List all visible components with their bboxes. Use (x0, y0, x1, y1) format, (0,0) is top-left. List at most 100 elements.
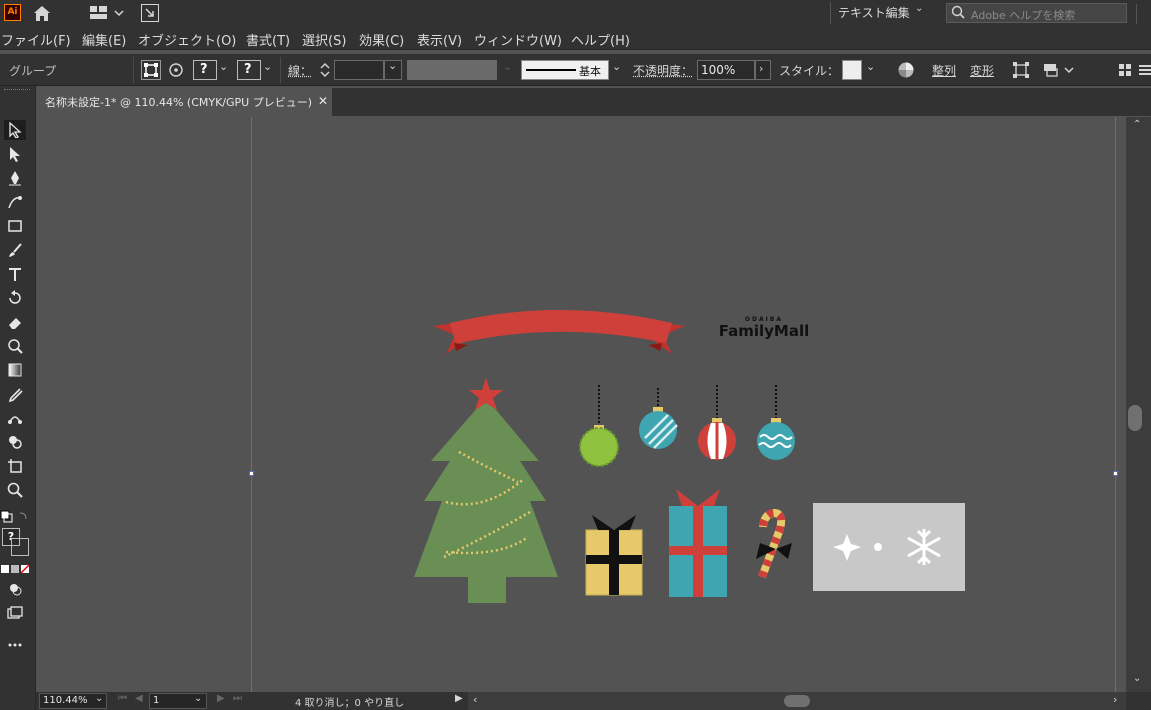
selection-tool-icon[interactable] (4, 120, 26, 140)
chevron-down-icon[interactable]: ⌄ (1133, 673, 1141, 684)
rectangle-tool-icon[interactable] (4, 216, 26, 236)
panel-menu-icon[interactable] (1118, 63, 1132, 77)
brush-definition-dropdown[interactable]: 基本 (521, 60, 609, 80)
arrange-icon[interactable] (1042, 61, 1076, 79)
isolation-mode-icon[interactable] (141, 60, 161, 80)
last-artboard-icon[interactable]: ⏭ (233, 693, 242, 704)
previous-artboard-icon[interactable]: ◀ (135, 693, 143, 704)
first-artboard-icon[interactable]: ⏮ (118, 693, 127, 704)
help-search[interactable]: Adobe ヘルプを検索 (946, 3, 1127, 23)
christmas-tree[interactable] (414, 378, 558, 603)
brand-logo[interactable]: ODAIBA FamilyMall (716, 316, 812, 344)
sparkle-icon-panel[interactable] (813, 503, 965, 591)
fill-color-swatch[interactable]: ? (193, 60, 217, 80)
screen-mode-icon[interactable] (4, 603, 26, 623)
gpu-performance-icon[interactable] (141, 4, 159, 22)
transform-panel-link[interactable]: 変形 (970, 62, 994, 79)
draw-mode-icon[interactable] (4, 579, 26, 599)
recolor-icon[interactable] (167, 61, 185, 79)
app-logo: Ai (4, 4, 21, 21)
transform-box-icon[interactable] (1012, 61, 1030, 79)
menu-effect[interactable]: 効果(C) (359, 30, 404, 49)
rotate-tool-icon[interactable] (4, 288, 26, 308)
menu-file[interactable]: ファイル(F) (1, 30, 71, 49)
gift-box-teal[interactable] (669, 489, 727, 597)
direct-selection-tool-icon[interactable] (4, 144, 26, 164)
vertical-scroll-thumb[interactable] (1128, 405, 1142, 431)
brush-name: 基本 (579, 65, 601, 78)
close-icon[interactable]: ✕ (318, 94, 328, 108)
opacity-input[interactable]: 100% (697, 60, 755, 80)
align-panel-link[interactable]: 整列 (932, 62, 956, 79)
opacity-label[interactable]: 不透明度： (633, 62, 693, 79)
gradient-tool-icon[interactable] (4, 360, 26, 380)
style-label: スタイル： (779, 64, 840, 78)
horizontal-scroll-thumb[interactable] (784, 695, 810, 707)
search-input[interactable]: Adobe ヘルプを検索 (971, 7, 1075, 23)
ornament-red-striped[interactable] (698, 385, 736, 460)
gift-box-yellow[interactable] (585, 515, 643, 596)
fill-stroke-proxy[interactable]: ? (2, 528, 30, 556)
stroke-weight-label[interactable]: 線： (288, 62, 312, 79)
canvas[interactable]: ODAIBA FamilyMall (36, 117, 1126, 692)
ornament-teal-striped[interactable] (639, 388, 678, 449)
layout-switcher-icon[interactable] (90, 6, 126, 20)
horizontal-scrollbar[interactable]: ‹ › (468, 692, 1126, 710)
eraser-tool-icon[interactable] (4, 312, 26, 332)
vertical-scrollbar[interactable]: ⌃ ⌄ (1126, 117, 1151, 692)
variable-width-profile[interactable] (407, 60, 497, 80)
candy-cane[interactable] (756, 508, 792, 579)
menu-window[interactable]: ウィンドウ(W) (474, 30, 562, 49)
window-control-button[interactable] (1136, 4, 1151, 24)
zoom-tool-icon[interactable] (4, 480, 26, 500)
dot-icon (874, 543, 882, 551)
shape-builder-tool-icon[interactable] (4, 432, 26, 452)
chevron-down-icon[interactable]: ⌄ (866, 60, 875, 73)
graphic-style-swatch[interactable] (842, 60, 862, 80)
opacity-arrow-button[interactable]: › (755, 60, 771, 80)
menu-view[interactable]: 表示(V) (417, 30, 462, 49)
stroke-weight-stepper[interactable] (316, 60, 334, 80)
eyedropper-tool-icon[interactable] (4, 384, 26, 404)
pen-tool-icon[interactable] (4, 168, 26, 188)
color-mode-buttons[interactable] (1, 563, 30, 574)
divider (133, 57, 134, 83)
chevron-down-icon[interactable]: ⌄ (612, 60, 621, 73)
paintbrush-tool-icon[interactable] (4, 240, 26, 260)
blend-tool-icon[interactable] (4, 408, 26, 428)
menu-type[interactable]: 書式(T) (246, 30, 290, 49)
chevron-up-icon[interactable]: ⌃ (1133, 119, 1141, 130)
document-tab[interactable]: 名称未設定-1* @ 110.44% (CMYK/GPU プレビュー) ✕ (36, 88, 332, 116)
next-artboard-icon[interactable]: ▶ (217, 693, 225, 704)
zoom-dropdown[interactable]: 110.44% ⌄ (39, 693, 107, 709)
menu-object[interactable]: オブジェクト(O) (138, 30, 236, 49)
warp-tool-icon[interactable] (4, 336, 26, 356)
title-bar: Ai テキスト編集 ⌄ Adobe ヘルプを検索 (0, 0, 1151, 27)
curvature-tool-icon[interactable] (4, 192, 26, 212)
workspace-switcher[interactable]: テキスト編集 ⌄ (838, 3, 928, 22)
status-menu-arrow-icon[interactable]: ▶ (455, 693, 463, 704)
hamburger-menu-icon[interactable] (1139, 63, 1151, 77)
chevron-left-icon[interactable]: ‹ (473, 693, 477, 706)
artboard-tool-icon[interactable] (4, 456, 26, 476)
stroke-weight-dropdown[interactable]: ⌄ (384, 59, 402, 80)
artboard-number-dropdown[interactable]: 1 ⌄ (149, 693, 207, 709)
chevron-right-icon[interactable]: › (1113, 693, 1117, 706)
ribbon-banner[interactable] (433, 310, 685, 354)
chevron-down-icon[interactable]: ⌄ (263, 60, 272, 73)
ornament-green[interactable] (579, 385, 619, 467)
ornament-teal-wave[interactable] (757, 385, 795, 460)
stroke-color-swatch[interactable]: ? (237, 60, 261, 80)
chevron-down-icon[interactable]: ⌄ (219, 60, 228, 73)
home-icon[interactable] (33, 5, 51, 22)
stroke-weight-input[interactable] (334, 60, 384, 80)
more-tools-icon[interactable] (4, 635, 26, 655)
type-tool-icon[interactable] (4, 264, 26, 284)
artwork (414, 310, 965, 603)
recolor-artwork-icon[interactable] (896, 60, 916, 80)
fill-stroke-swap-icon[interactable] (0, 510, 34, 524)
menu-edit[interactable]: 編集(E) (82, 30, 126, 49)
menu-help[interactable]: ヘルプ(H) (571, 30, 630, 49)
undo-status-text: 4 取り消し；0 やり直し (295, 698, 405, 709)
menu-select[interactable]: 選択(S) (302, 30, 346, 49)
